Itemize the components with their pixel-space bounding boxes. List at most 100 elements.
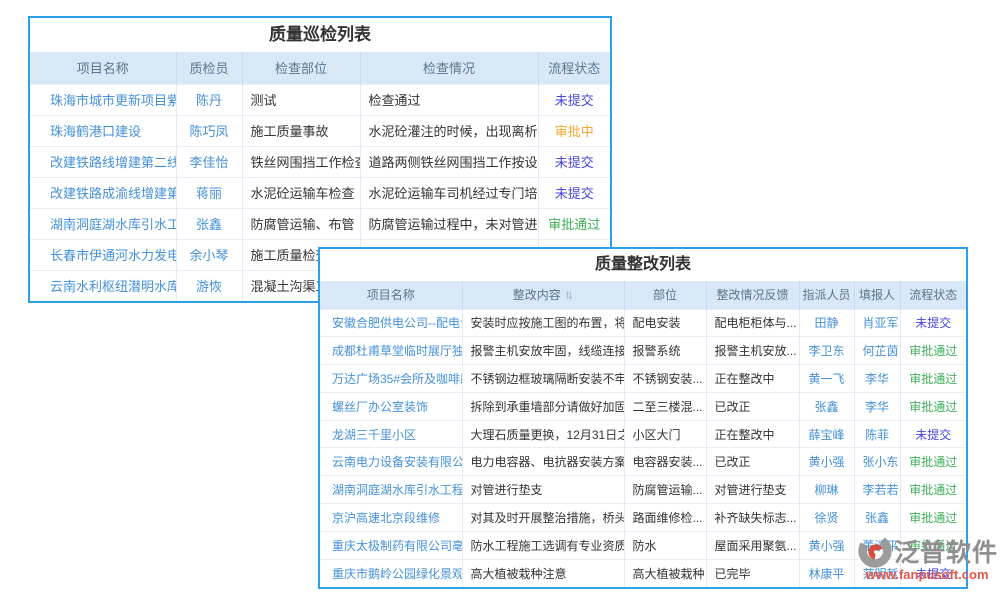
status-text[interactable]: 审批通过 [538, 208, 610, 239]
col-status: 流程状态 [538, 52, 610, 84]
cell-situation: 水泥砼灌注的时候，出现离析现象 [360, 115, 538, 146]
cell-content: 防水工程施工选调有专业资质... [462, 531, 624, 559]
status-text[interactable]: 审批中 [538, 115, 610, 146]
project-link[interactable]: 成都杜甫草堂临时展厅独立展... [320, 337, 462, 365]
cell-part: 水泥砼运输车检查 [242, 177, 360, 208]
cell-feedback: 已改正 [706, 448, 799, 476]
brand-row: 泛普软件 [856, 532, 998, 570]
cell-part: 报警系统 [624, 337, 706, 365]
cell-part: 施工质量事故 [242, 115, 360, 146]
project-link[interactable]: 云南水利枢纽潜明水库... [30, 270, 176, 301]
status-text[interactable]: 未提交 [538, 177, 610, 208]
cell-part: 不锈钢安装... [624, 365, 706, 393]
cell-part: 高大植被栽种 [624, 559, 706, 587]
table-row: 改建铁路线增建第二线...李佳怡铁丝网围挡工作检查道路两侧铁丝网围挡工作按设计.… [30, 146, 610, 177]
reporter-link[interactable]: 李若若 [854, 476, 900, 504]
cell-situation: 道路两侧铁丝网围挡工作按设计... [360, 146, 538, 177]
project-link[interactable]: 重庆市鹅岭公园绿化景观提升... [320, 559, 462, 587]
assignee-link[interactable]: 黄小强 [799, 448, 854, 476]
brand-watermark[interactable]: 泛普软件 www.fanpusoft.com [856, 532, 998, 582]
project-link[interactable]: 长春市伊通河水力发电... [30, 239, 176, 270]
cell-feedback: 对管进行垫支 [706, 476, 799, 504]
assignee-link[interactable]: 林康平 [799, 559, 854, 587]
table-row: 万达广场35#会所及咖啡厅空...不锈钢边框玻璃隔断安装不牢...不锈钢安装..… [320, 365, 966, 393]
cell-feedback: 已改正 [706, 392, 799, 420]
status-text[interactable]: 未提交 [538, 84, 610, 115]
table-row: 螺丝厂办公室装饰拆除到承重墙部分请做好加固...二至三楼混...已改正张鑫李华审… [320, 392, 966, 420]
reporter-link[interactable]: 陈菲 [854, 420, 900, 448]
inspector-link[interactable]: 陈巧凤 [176, 115, 242, 146]
brand-logo-icon [856, 532, 894, 570]
inspector-link[interactable]: 陈丹 [176, 84, 242, 115]
project-link[interactable]: 珠海鹤港口建设 [30, 115, 176, 146]
cell-part: 防水 [624, 531, 706, 559]
col-status: 流程状态 [900, 281, 966, 309]
table-row: 湖南洞庭湖水库引水工程施工标对管进行垫支防腐管运输...对管进行垫支柳琳李若若审… [320, 476, 966, 504]
assignee-link[interactable]: 徐贤 [799, 504, 854, 532]
project-link[interactable]: 云南电力设备安装有限公司20... [320, 448, 462, 476]
project-link[interactable]: 龙湖三千里小区 [320, 420, 462, 448]
assignee-link[interactable]: 田静 [799, 309, 854, 337]
project-link[interactable]: 安徽合肥供电公司--配电设备... [320, 309, 462, 337]
project-link[interactable]: 湖南洞庭湖水库引水工程施工标 [320, 476, 462, 504]
cell-part: 测试 [242, 84, 360, 115]
inspector-link[interactable]: 蒋丽 [176, 177, 242, 208]
project-link[interactable]: 改建铁路成渝线增建第... [30, 177, 176, 208]
table-row: 珠海鹤港口建设陈巧凤施工质量事故水泥砼灌注的时候，出现离析现象审批中 [30, 115, 610, 146]
brand-name: 泛普软件 [894, 533, 998, 569]
assignee-link[interactable]: 张鑫 [799, 392, 854, 420]
col-content[interactable]: 整改内容⇅ [462, 281, 624, 309]
rectify-table-title: 质量整改列表 [320, 249, 966, 281]
assignee-link[interactable]: 李卫东 [799, 337, 854, 365]
project-link[interactable]: 万达广场35#会所及咖啡厅空... [320, 365, 462, 393]
cell-feedback: 报警主机安放... [706, 337, 799, 365]
cell-part: 配电安装 [624, 309, 706, 337]
assignee-link[interactable]: 黄一飞 [799, 365, 854, 393]
inspector-link[interactable]: 余小琴 [176, 239, 242, 270]
cell-feedback: 配电柜柜体与... [706, 309, 799, 337]
inspection-table-title: 质量巡检列表 [30, 18, 610, 52]
status-text[interactable]: 未提交 [900, 420, 966, 448]
inspector-link[interactable]: 游恢 [176, 270, 242, 301]
cell-part: 小区大门 [624, 420, 706, 448]
assignee-link[interactable]: 黄小强 [799, 531, 854, 559]
table-row: 成都杜甫草堂临时展厅独立展...报警主机安放牢固，线缆连接...报警系统报警主机… [320, 337, 966, 365]
project-link[interactable]: 改建铁路线增建第二线... [30, 146, 176, 177]
status-text[interactable]: 审批通过 [900, 337, 966, 365]
assignee-link[interactable]: 薛宝峰 [799, 420, 854, 448]
reporter-link[interactable]: 李华 [854, 365, 900, 393]
cell-feedback: 已完毕 [706, 559, 799, 587]
project-link[interactable]: 京沪高速北京段维修 [320, 504, 462, 532]
project-link[interactable]: 珠海市城市更新项目紫... [30, 84, 176, 115]
status-text[interactable]: 审批通过 [900, 504, 966, 532]
status-text[interactable]: 审批通过 [900, 448, 966, 476]
project-link[interactable]: 螺丝厂办公室装饰 [320, 392, 462, 420]
cell-content: 高大植被栽种注意 [462, 559, 624, 587]
brand-url[interactable]: www.fanpusoft.com [856, 567, 998, 582]
inspector-link[interactable]: 李佳怡 [176, 146, 242, 177]
reporter-link[interactable]: 张鑫 [854, 504, 900, 532]
status-text[interactable]: 未提交 [900, 309, 966, 337]
cell-feedback: 正在整改中 [706, 420, 799, 448]
cell-content: 对管进行垫支 [462, 476, 624, 504]
cell-content: 报警主机安放牢固，线缆连接... [462, 337, 624, 365]
status-text[interactable]: 审批通过 [900, 392, 966, 420]
table-row: 京沪高速北京段维修对其及时开展整治措施，桥头...路面维修检...补齐缺失标志.… [320, 504, 966, 532]
status-text[interactable]: 审批通过 [900, 365, 966, 393]
sort-icon[interactable]: ⇅ [565, 291, 573, 302]
reporter-link[interactable]: 何芷茵 [854, 337, 900, 365]
col-part: 部位 [624, 281, 706, 309]
status-text[interactable]: 未提交 [538, 146, 610, 177]
rectify-header-row: 项目名称 整改内容⇅ 部位 整改情况反馈 指派人员 填报人 流程状态 [320, 281, 966, 309]
reporter-link[interactable]: 张小东 [854, 448, 900, 476]
col-part: 检查部位 [242, 52, 360, 84]
cell-part: 防腐管运输、布管 [242, 208, 360, 239]
assignee-link[interactable]: 柳琳 [799, 476, 854, 504]
reporter-link[interactable]: 肖亚军 [854, 309, 900, 337]
inspector-link[interactable]: 张鑫 [176, 208, 242, 239]
project-link[interactable]: 重庆太极制药有限公司亳州中... [320, 531, 462, 559]
status-text[interactable]: 审批通过 [900, 476, 966, 504]
project-link[interactable]: 湖南洞庭湖水库引水工... [30, 208, 176, 239]
reporter-link[interactable]: 李华 [854, 392, 900, 420]
table-row: 云南电力设备安装有限公司20...电力电容器、电抗器安装方案,...电容器安装.… [320, 448, 966, 476]
